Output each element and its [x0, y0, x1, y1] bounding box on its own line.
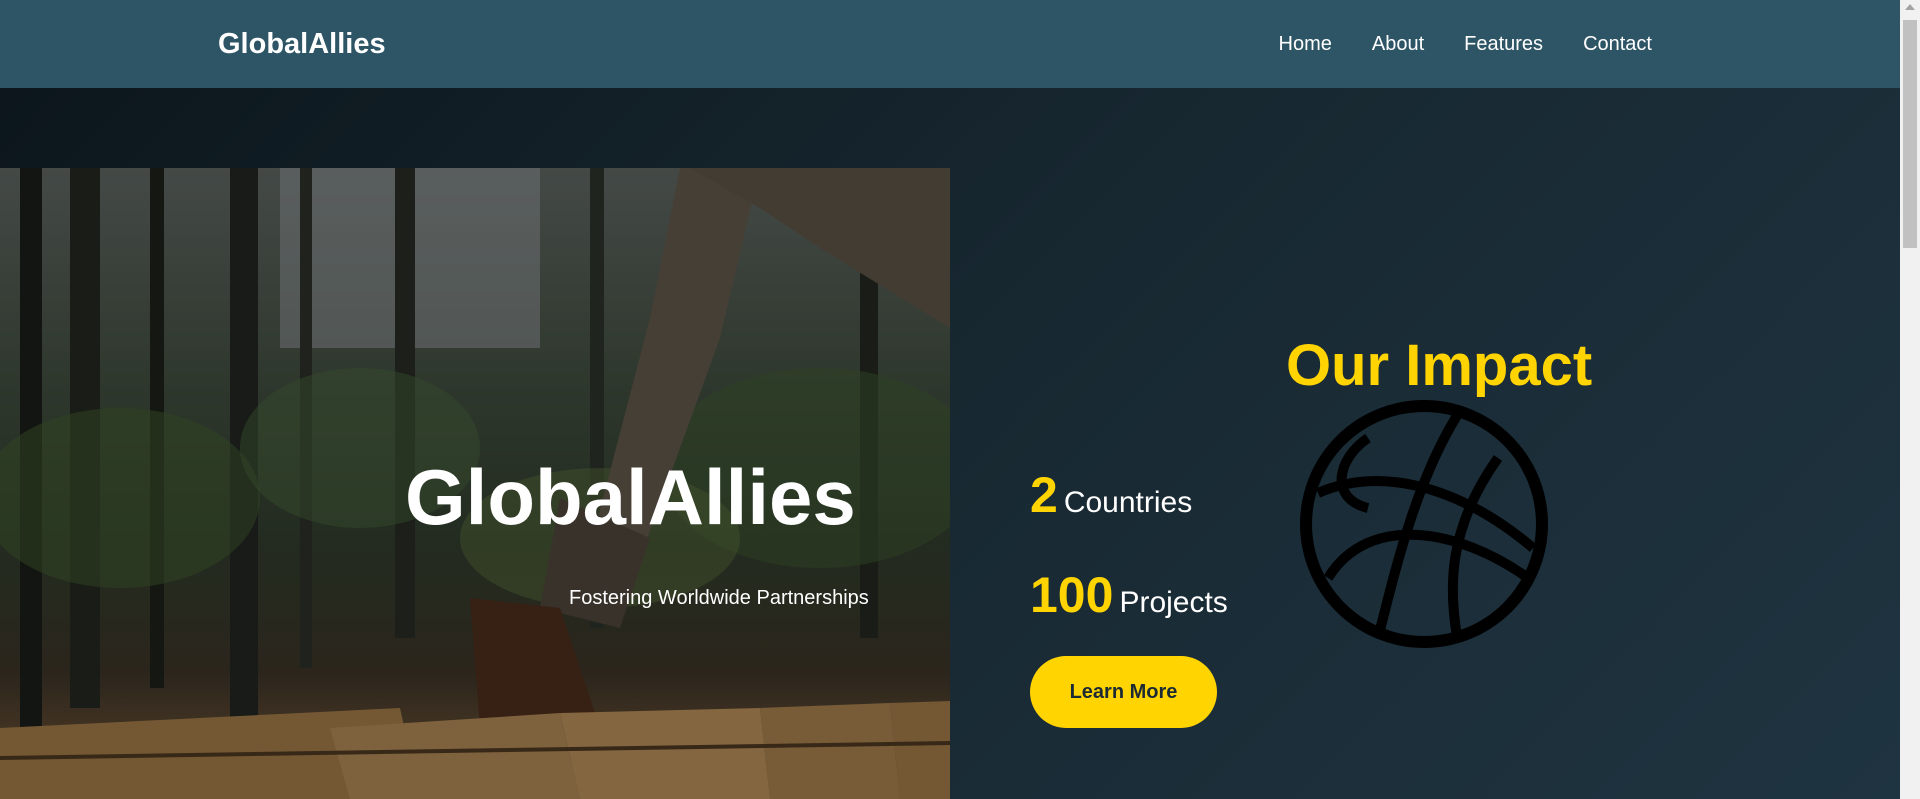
globe-icon: [1300, 400, 1548, 648]
scroll-thumb[interactable]: [1903, 20, 1917, 248]
hero-title: GlobalAllies: [405, 453, 856, 541]
learn-more-button[interactable]: Learn More: [1030, 656, 1217, 728]
brand-logo[interactable]: GlobalAllies: [218, 24, 386, 64]
stat-countries-number: 2: [1030, 467, 1058, 523]
nav-contact-link[interactable]: Contact: [1583, 30, 1652, 58]
scroll-up-arrow-icon[interactable]: [1905, 4, 1915, 10]
stat-projects-number: 100: [1030, 567, 1114, 623]
nav-about-link[interactable]: About: [1372, 30, 1424, 58]
page: GlobalAllies Home About Features Contact: [0, 0, 1920, 799]
stat-projects: 100 Projects: [1030, 563, 1228, 635]
stat-projects-label: Projects: [1119, 586, 1228, 619]
nav-links: Home About Features Contact: [1279, 30, 1653, 58]
impact-title: Our Impact: [1286, 333, 1593, 398]
nav-features-link[interactable]: Features: [1464, 30, 1543, 58]
stat-countries-label: Countries: [1063, 486, 1193, 519]
nav-home-link[interactable]: Home: [1279, 30, 1332, 58]
top-navbar: GlobalAllies Home About Features Contact: [0, 0, 1900, 88]
page-scrollbar[interactable]: [1900, 0, 1920, 799]
hero-subtitle: Fostering Worldwide Partnerships: [569, 587, 869, 609]
stat-countries: 2 Countries: [1030, 463, 1192, 535]
